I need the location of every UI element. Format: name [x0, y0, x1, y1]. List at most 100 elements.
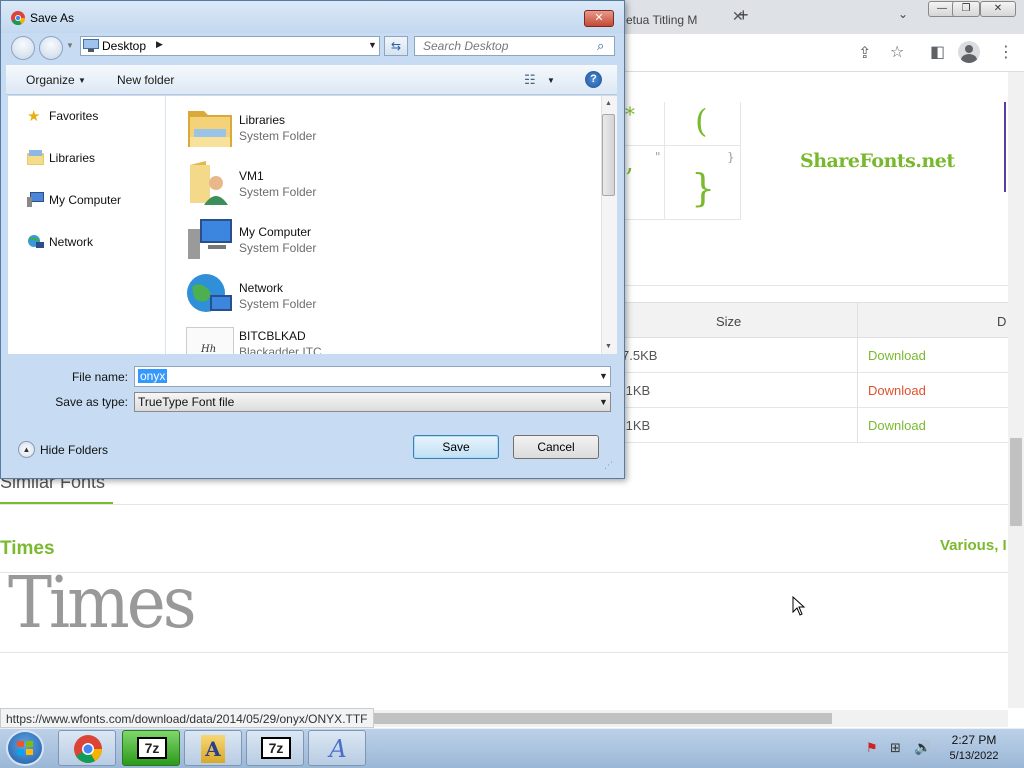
file-size: .1KB	[622, 418, 651, 433]
share-icon[interactable]: ⇪	[858, 43, 871, 63]
page-vertical-scrollbar[interactable]	[1008, 72, 1024, 708]
status-bar-url: https://www.wfonts.com/download/data/201…	[0, 708, 374, 728]
file-item-name[interactable]: Libraries	[239, 113, 285, 127]
divider	[0, 504, 1008, 505]
font-viewer-taskbar-button[interactable]: A	[184, 730, 242, 766]
download-link[interactable]: Download	[868, 348, 926, 363]
nav-item-libraries[interactable]: Libraries	[49, 151, 95, 165]
libraries-icon	[27, 150, 44, 165]
star-icon[interactable]: ☆	[890, 42, 904, 62]
save-button[interactable]: Save	[413, 435, 499, 459]
7zip-icon: 7z	[261, 737, 291, 759]
font-viewer-icon: A	[201, 735, 225, 763]
chrome-icon	[74, 735, 102, 763]
file-item-type: Blackadder ITC	[239, 345, 322, 354]
file-item-name[interactable]: Network	[239, 281, 283, 295]
file-item-type: System Folder	[239, 129, 317, 143]
organize-button[interactable]: Organize	[26, 73, 75, 87]
chrome-icon	[11, 11, 25, 25]
file-item-name[interactable]: My Computer	[239, 225, 311, 239]
windows-start-icon[interactable]	[6, 730, 44, 766]
window-close-button[interactable]: ✕	[980, 1, 1016, 17]
network-globe-icon[interactable]	[186, 271, 234, 319]
chrome-taskbar-button[interactable]	[58, 730, 116, 766]
scroll-down-icon[interactable]: ▼	[605, 343, 612, 350]
computer-icon[interactable]	[186, 215, 234, 263]
download-link[interactable]: Download	[868, 418, 926, 433]
preview-cell: ’	[625, 164, 634, 194]
font-sample-image[interactable]: Times	[8, 561, 197, 644]
user-folder-icon[interactable]	[186, 159, 234, 207]
organize-dropdown-icon[interactable]: ▼	[78, 76, 86, 85]
download-link[interactable]: Download	[868, 383, 926, 398]
search-icon[interactable]: ⌕	[597, 38, 604, 54]
file-item-name[interactable]: BITCBLKAD	[239, 329, 306, 343]
computer-icon	[27, 192, 44, 207]
action-center-icon[interactable]: ⚑	[866, 740, 878, 756]
dialog-close-button[interactable]: ✕	[584, 10, 614, 27]
tab-search-icon[interactable]: ⌄	[898, 7, 908, 21]
breadcrumb-arrow-icon[interactable]: ▶	[156, 39, 163, 50]
view-options-icon[interactable]: ☷	[524, 72, 536, 88]
dialog-titlebar[interactable]	[1, 1, 624, 33]
table-row	[624, 408, 1008, 443]
mouse-cursor-icon	[792, 596, 806, 616]
sharefonts-logo: ShareFonts.net	[800, 150, 955, 172]
7zip-icon: 7z	[137, 737, 167, 759]
sidepanel-icon[interactable]: ◧	[930, 42, 945, 62]
font-app-icon: A	[329, 735, 347, 763]
nav-item-network[interactable]: Network	[49, 235, 93, 249]
table-header	[624, 302, 1008, 338]
view-dropdown-icon[interactable]: ▼	[547, 76, 555, 85]
browser-tab[interactable]: etua Titling M	[622, 4, 726, 34]
nav-item-my-computer[interactable]: My Computer	[49, 193, 121, 207]
help-icon[interactable]: ?	[585, 71, 602, 88]
7zip-taskbar-button[interactable]: 7z	[122, 730, 180, 766]
save-as-type-dropdown-icon[interactable]: ▼	[599, 397, 608, 407]
new-tab-button[interactable]: +	[738, 5, 749, 26]
address-dropdown-icon[interactable]: ▼	[368, 40, 377, 50]
new-folder-button[interactable]: New folder	[117, 73, 174, 87]
address-location[interactable]: Desktop	[102, 39, 146, 53]
file-item-type: System Folder	[239, 185, 317, 199]
file-item-type: System Folder	[239, 241, 317, 255]
desktop-icon	[83, 39, 99, 52]
similar-font-name[interactable]: Times	[0, 538, 55, 560]
7zip-taskbar-button-2[interactable]: 7z	[246, 730, 304, 766]
network-tray-icon[interactable]: ⊞	[890, 740, 901, 756]
resize-grip-icon[interactable]: ⋰	[604, 460, 613, 471]
volume-icon[interactable]: 🔊	[914, 739, 931, 756]
navigation-pane	[8, 96, 166, 354]
libraries-folder-icon[interactable]	[186, 103, 234, 151]
similar-font-author[interactable]: Various, I	[940, 537, 1007, 554]
scroll-up-icon[interactable]: ▲	[605, 100, 612, 107]
font-app-taskbar-button[interactable]: A	[308, 730, 366, 766]
clock-date[interactable]: 5/13/2022	[946, 750, 1002, 762]
hide-folders-icon[interactable]: ▲	[18, 441, 35, 458]
hide-folders-button[interactable]: Hide Folders	[40, 443, 108, 457]
file-name-input[interactable]	[134, 366, 611, 387]
clock-time[interactable]: 2:27 PM	[946, 733, 1002, 747]
recent-locations-icon[interactable]: ▼	[66, 41, 74, 50]
forward-button[interactable]	[39, 36, 63, 60]
save-as-type-value[interactable]: TrueType Font file	[138, 395, 234, 409]
font-file-icon[interactable]: Hh	[186, 327, 234, 354]
file-item-name[interactable]: VM1	[239, 169, 264, 183]
menu-icon[interactable]: ⋮	[998, 42, 1014, 62]
preview-cell: *	[625, 102, 665, 146]
file-name-dropdown-icon[interactable]: ▼	[599, 371, 608, 381]
restore-button[interactable]: ❐	[952, 1, 980, 17]
back-button[interactable]	[11, 36, 35, 60]
cancel-button[interactable]: Cancel	[513, 435, 599, 459]
refresh-button[interactable]: ⇆	[384, 36, 408, 56]
nav-item-favorites[interactable]: Favorites	[49, 109, 98, 123]
preview-cell: (	[665, 102, 741, 146]
dialog-title: Save As	[30, 11, 75, 25]
file-name-value[interactable]: onyx	[138, 369, 168, 383]
file-size: 7.5KB	[622, 348, 658, 363]
file-size: .1KB	[622, 383, 651, 398]
profile-icon[interactable]	[958, 41, 980, 63]
file-list-scroll-thumb[interactable]	[602, 114, 615, 196]
page-scroll-thumb[interactable]	[1010, 438, 1022, 526]
network-icon	[28, 235, 44, 248]
